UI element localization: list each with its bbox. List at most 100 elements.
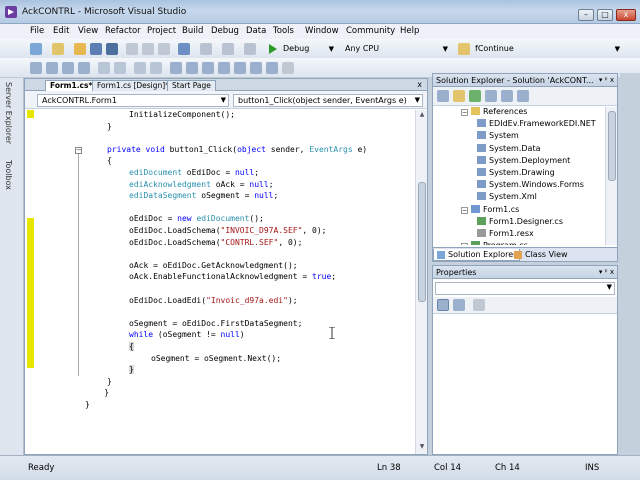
panel-window-buttons[interactable]: ▾ ᵖ x [599,74,614,86]
scroll-down-icon[interactable]: ▼ [417,443,427,453]
code-line[interactable]: } [85,388,109,397]
tree-item[interactable]: EDIdEv.FrameworkEDI.NET [477,119,596,128]
expand-toggle-icon[interactable]: − [461,206,468,214]
view-designer-icon[interactable] [501,90,513,102]
solution-platform-combo[interactable]: Any CPU ▼ [342,42,450,56]
menu-view[interactable]: View [78,26,98,36]
scrollbar-thumb[interactable] [418,182,426,302]
refresh-icon[interactable] [469,90,481,102]
code-line[interactable]: oEdiDoc = new ediDocument(); [129,214,264,223]
menu-project[interactable]: Project [147,26,176,36]
close-icon[interactable]: x [417,80,422,89]
new-project-icon[interactable] [30,43,42,55]
tab-start-page[interactable]: Start Page [167,80,216,91]
code-line[interactable]: ediDataSegment oSegment = null; [129,191,278,200]
menu-debug[interactable]: Debug [211,26,239,36]
tree-item[interactable]: System.Xml [477,192,537,201]
tree-item[interactable]: − References [461,107,527,116]
tree-item[interactable]: − Form1.cs [461,204,519,214]
code-line[interactable]: ediAcknowledgment oAck = null; [129,180,274,189]
navigate-back-icon[interactable] [222,43,234,55]
scrollbar-thumb[interactable] [608,111,616,181]
tab-solution-explorer[interactable]: Solution Explorer [433,249,521,261]
tree-item[interactable]: − Program.cs [461,241,528,245]
increase-indent-icon[interactable] [114,62,126,74]
code-line[interactable]: } [129,365,134,375]
expand-toggle-icon[interactable]: − [461,109,468,116]
editor-vertical-scrollbar[interactable]: ▲ ▼ [415,110,427,454]
code-line[interactable]: { [129,342,134,351]
tree-item[interactable]: System.Deployment [477,155,570,165]
next-bookmark-in-document-icon[interactable] [266,62,278,74]
display-object-member-list-icon[interactable] [30,62,42,74]
menu-file[interactable]: File [30,26,44,36]
code-line[interactable]: oAck = oEdiDoc.GetAcknowledgment(); [129,261,298,270]
code-line[interactable]: oSegment = oEdiDoc.FirstDataSegment; [129,319,302,328]
quick-info-icon[interactable] [62,62,74,74]
tab-class-view[interactable]: Class View [511,249,571,261]
save-icon[interactable] [90,43,102,55]
maximize-button[interactable]: □ [597,9,613,21]
tree-item[interactable]: Form1.Designer.cs [477,216,563,226]
menu-data[interactable]: Data [246,26,266,36]
toolbox-tab[interactable]: Toolbox [4,160,13,190]
code-line[interactable]: InitializeComponent(); [129,110,235,119]
previous-bookmark-icon[interactable] [186,62,198,74]
start-debugging-icon[interactable] [268,43,278,55]
tree-item[interactable]: Form1.resx [477,229,534,238]
object-selector-combo[interactable]: ▼ [435,282,615,295]
code-line[interactable]: } [107,122,112,131]
copy-icon[interactable] [142,43,154,55]
categorized-icon[interactable] [437,299,449,311]
redo-icon[interactable] [200,43,212,55]
panel-window-buttons[interactable]: ▾ ᵖ x [599,266,614,278]
menu-help[interactable]: Help [400,26,419,36]
find-combo[interactable]: fContinue ▼ [472,42,622,56]
property-pages-icon[interactable] [473,299,485,311]
decrease-indent-icon[interactable] [98,62,110,74]
menu-community[interactable]: Community [346,26,395,36]
previous-bookmark-in-document-icon[interactable] [250,62,262,74]
paste-icon[interactable] [158,43,170,55]
code-line[interactable]: } [107,377,112,386]
code-line[interactable]: oEdiDoc.LoadSchema("INVOIC_D97A.SEF", 0)… [129,226,327,235]
next-bookmark-in-folder-icon[interactable] [234,62,246,74]
menu-refactor[interactable]: Refactor [105,26,141,36]
menu-tools[interactable]: Tools [273,26,294,36]
comment-lines-icon[interactable] [134,62,146,74]
save-all-icon[interactable] [106,43,118,55]
code-line[interactable]: private void button1_Click(object sender… [107,145,367,154]
code-line[interactable]: oEdiDoc.LoadSchema("CONTRL.SEF", 0); [129,238,302,247]
toggle-bookmark-icon[interactable] [170,62,182,74]
member-combo[interactable]: button1_Click(object sender, EventArgs e… [233,94,423,107]
alphabetical-icon[interactable] [453,299,465,311]
solution-explorer-scrollbar[interactable] [605,107,617,245]
class-combo[interactable]: AckCONTRL.Form1 ▼ [37,94,229,107]
code-line[interactable]: while (oSegment != null) [129,330,245,339]
tree-item[interactable]: System [477,131,519,140]
parameter-info-icon[interactable] [46,62,58,74]
open-file-icon[interactable] [74,43,86,55]
expand-toggle-icon[interactable]: − [461,243,468,245]
tree-item[interactable]: System.Data [477,143,540,153]
tab-form1-design[interactable]: Form1.cs [Design]* [92,80,174,91]
menu-build[interactable]: Build [182,26,203,36]
code-line[interactable]: oAck.EnableFunctionalAcknowledgment = tr… [129,272,336,281]
properties-icon[interactable] [437,90,449,102]
tree-item[interactable]: System.Windows.Forms [477,180,584,189]
undo-icon[interactable] [178,43,190,55]
server-explorer-tab[interactable]: Server Explorer [4,82,13,144]
previous-bookmark-in-folder-icon[interactable] [218,62,230,74]
view-class-diagram-icon[interactable] [517,90,529,102]
minimize-button[interactable]: – [578,9,594,21]
solution-configuration-combo[interactable]: Debug ▼ [280,42,336,56]
cut-icon[interactable] [126,43,138,55]
scroll-up-icon[interactable]: ▲ [417,111,427,121]
uncomment-lines-icon[interactable] [150,62,162,74]
view-code-icon[interactable] [485,90,497,102]
next-bookmark-icon[interactable] [202,62,214,74]
solution-tree[interactable]: − References EDIdEv.FrameworkEDI.NET System… [433,107,605,245]
code-line[interactable]: oSegment = oSegment.Next(); [151,354,281,363]
word-completion-icon[interactable] [78,62,90,74]
clear-bookmarks-icon[interactable] [282,62,294,74]
